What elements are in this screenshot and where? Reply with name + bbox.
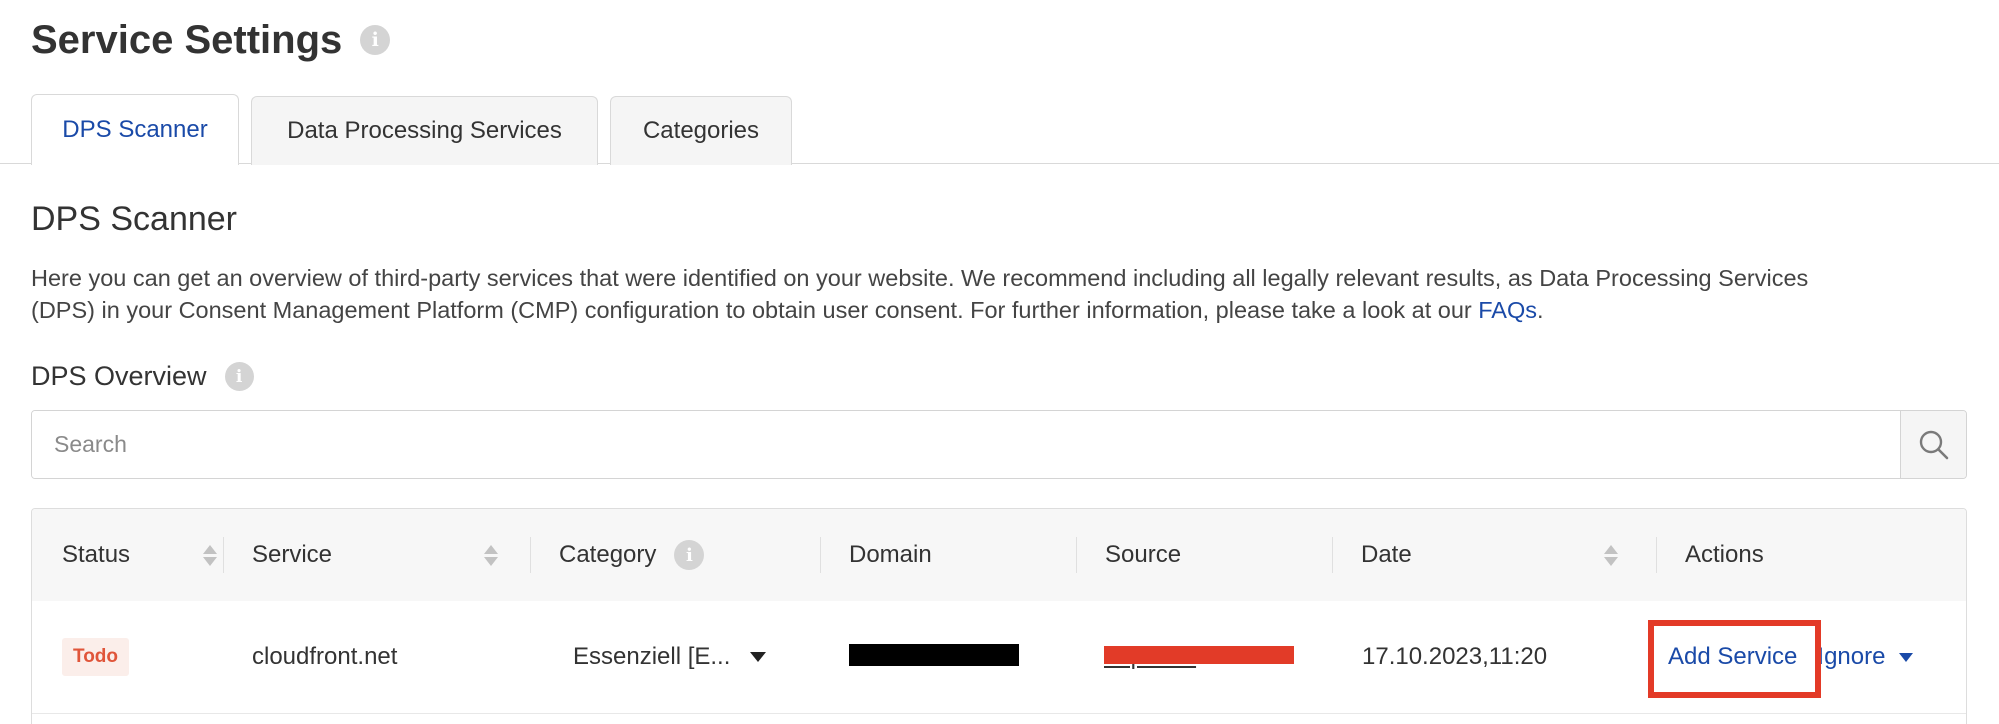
status-badge: Todo [62,638,130,676]
sort-icon[interactable] [1604,544,1618,566]
column-header-status[interactable]: Status [62,509,217,601]
column-separator [530,537,531,573]
description-line-1: Here you can get an overview of third-pa… [31,265,1809,291]
column-header-actions: Actions [1656,509,1966,601]
tab-bar: DPS Scanner Data Processing Services Cat… [31,94,804,165]
section-description: Here you can get an overview of third-pa… [31,262,1971,326]
column-label: Source [1105,541,1182,568]
section-title: DPS Scanner [31,200,237,238]
category-cell: Essenziell [E... [573,601,767,713]
column-header-service[interactable]: Service [223,509,523,601]
column-separator [1332,537,1333,573]
chevron-down-icon[interactable] [1899,652,1914,662]
service-settings-page: Service Settings i DPS Scanner Data Proc… [0,0,1999,724]
column-label: Category [559,541,657,568]
tab-data-processing-services[interactable]: Data Processing Services [251,96,598,165]
faqs-link[interactable]: FAQs [1478,297,1537,323]
column-header-domain: Domain [820,509,1076,601]
domain-cell: d8i17i...99k7... [849,601,1059,713]
tab-dps-scanner[interactable]: DPS Scanner [31,94,239,165]
column-separator [223,537,224,573]
chevron-down-icon [750,652,767,662]
date-value: 17.10.2023,11:20 [1362,643,1548,670]
table-header: Status Service Category i Domain Source [32,509,1966,602]
sort-icon[interactable] [203,544,217,566]
column-header-source: Source [1076,509,1332,601]
source-cell: https://... [1104,601,1314,713]
service-name: cloudfront.net [252,643,398,670]
info-icon[interactable]: i [674,540,705,570]
column-label: Actions [1685,541,1764,568]
column-label: Status [62,541,131,568]
column-separator [1076,537,1077,573]
page-title: Service Settings [31,18,343,62]
overview-title: DPS Overview [31,361,207,391]
sort-icon[interactable] [484,544,498,566]
search-bar [31,410,1967,479]
highlight-annotation [1648,620,1821,698]
ignore-button[interactable]: Ignore [1817,643,1885,671]
overview-row: DPS Overview i [31,361,254,392]
info-icon[interactable]: i [360,25,391,55]
tab-categories[interactable]: Categories [610,96,792,165]
title-row: Service Settings i [31,14,391,66]
status-cell: Todo [62,601,130,713]
column-separator [1656,537,1657,573]
search-button[interactable] [1900,411,1966,478]
redaction-mark [1104,646,1294,664]
category-value: Essenziell [E... [573,643,731,670]
date-cell: 17.10.2023,11:20 [1362,601,1547,713]
column-label: Domain [849,541,932,568]
service-cell: cloudfront.net [252,601,397,713]
column-separator [820,537,821,573]
column-label: Service [252,541,333,568]
column-header-category: Category i [530,509,820,601]
description-end: . [1537,297,1544,323]
column-header-date[interactable]: Date [1332,509,1656,601]
search-input[interactable] [32,411,1900,478]
column-label: Date [1361,541,1412,568]
search-icon [1919,430,1948,459]
info-icon[interactable]: i [224,362,254,391]
description-line-2: (DPS) in your Consent Management Platfor… [31,297,1479,323]
category-dropdown[interactable]: Essenziell [E... [573,643,767,671]
redaction-mark [849,644,1019,666]
